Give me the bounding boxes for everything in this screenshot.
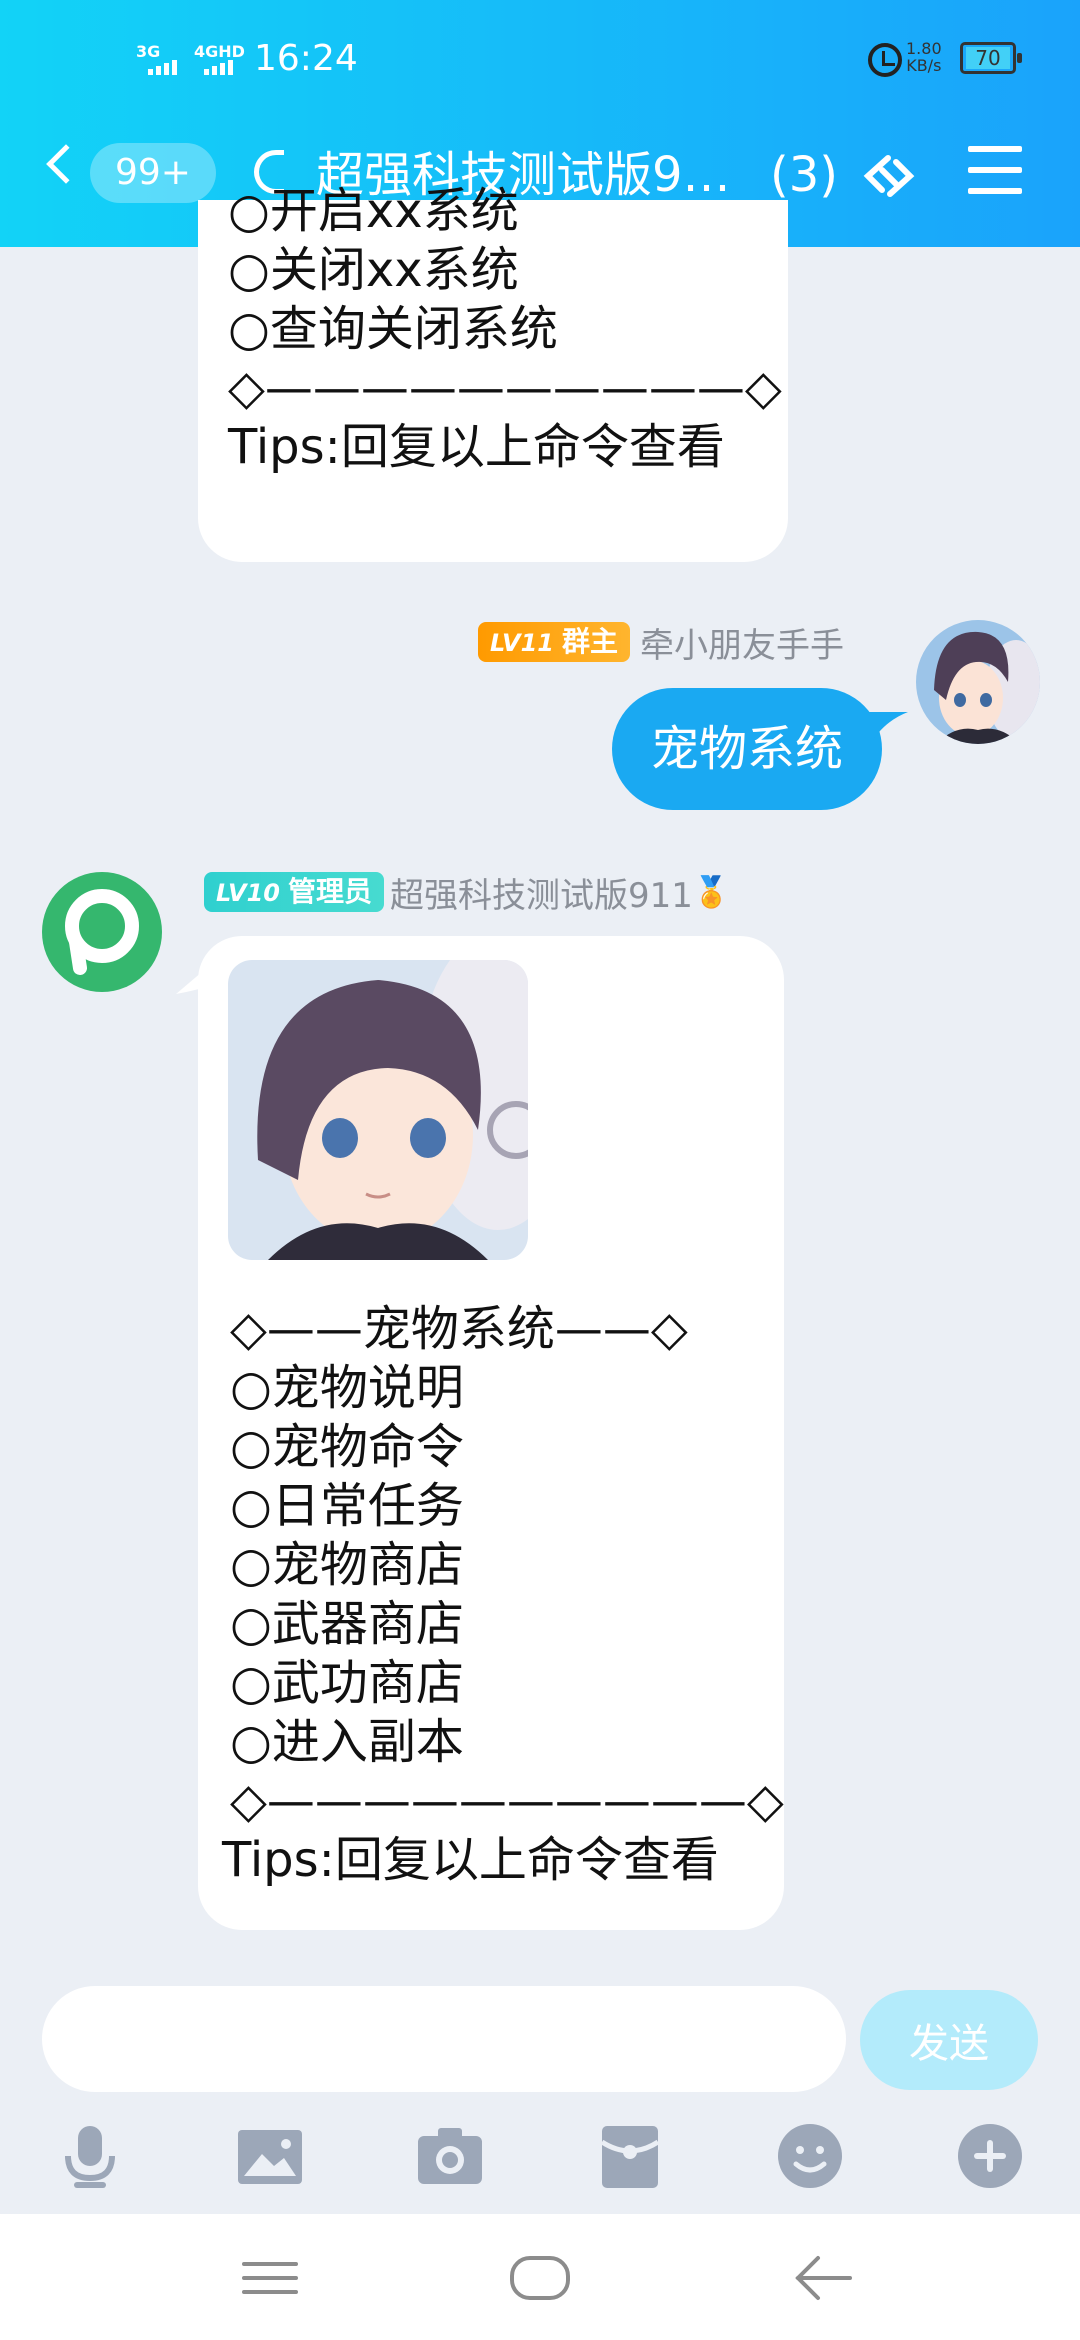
- status-bar: 3G 4GHD 16:24 1.80 KB/s 70: [0, 38, 1080, 88]
- message-line: ○开启xx系统: [228, 183, 519, 239]
- signal-bars-icon: [148, 60, 177, 75]
- medal-icon: 🏅: [692, 874, 731, 910]
- speed-value: 1.80: [906, 39, 942, 58]
- bubble-tail: [868, 712, 908, 748]
- unread-count-badge[interactable]: 99+: [90, 143, 216, 203]
- red-packet-icon[interactable]: [594, 2120, 666, 2192]
- signal-4g-label: 4GHD: [194, 42, 245, 61]
- level-label: LV10: [216, 879, 280, 907]
- menu-icon[interactable]: [968, 146, 1022, 194]
- message-line: ○宠物说明: [230, 1360, 464, 1416]
- bot-name-row: LV10 管理员 超强科技测试版911 🏅: [204, 872, 731, 916]
- level-label: LV11: [490, 629, 554, 657]
- message-line: ○武功商店: [230, 1655, 464, 1711]
- signal-bars-icon: [204, 60, 233, 75]
- user-message-bubble[interactable]: 宠物系统: [612, 688, 882, 810]
- battery-level: 70: [966, 47, 1010, 69]
- message-line: Tips:回复以上命令查看: [228, 419, 725, 475]
- message-line: ○武器商店: [230, 1596, 464, 1652]
- recent-apps-icon[interactable]: [230, 2250, 310, 2306]
- image-icon[interactable]: [234, 2120, 306, 2192]
- message-line: ◇——宠物系统——◇: [230, 1301, 688, 1357]
- message-line: ○进入副本: [230, 1714, 464, 1770]
- owner-badge: LV11 群主: [478, 622, 630, 662]
- user-nickname[interactable]: 牵小朋友手手: [640, 618, 844, 667]
- role-label: 管理员: [287, 875, 372, 908]
- bot-avatar[interactable]: [42, 872, 162, 992]
- send-button[interactable]: 发送: [860, 1990, 1038, 2090]
- message-line: ○宠物命令: [230, 1419, 464, 1475]
- user-name-row: LV11 群主 牵小朋友手手: [478, 622, 844, 666]
- message-line: ○关闭xx系统: [228, 242, 519, 298]
- network-speed: 1.80 KB/s: [906, 40, 942, 74]
- location-pin-icon: [65, 889, 139, 975]
- home-icon[interactable]: [500, 2250, 580, 2306]
- microphone-icon[interactable]: [54, 2120, 126, 2192]
- user-avatar[interactable]: [916, 620, 1040, 744]
- back-icon[interactable]: [784, 2250, 864, 2306]
- alarm-icon: [868, 43, 902, 77]
- back-chevron-icon[interactable]: [46, 144, 86, 184]
- emoji-icon[interactable]: [774, 2120, 846, 2192]
- admin-badge: LV10 管理员: [204, 872, 384, 912]
- speed-unit: KB/s: [906, 56, 942, 75]
- camera-icon[interactable]: [414, 2120, 486, 2192]
- signal-3g-label: 3G: [136, 42, 161, 61]
- bot-nickname[interactable]: 超强科技测试版911: [390, 868, 693, 917]
- message-line: ○查询关闭系统: [228, 301, 558, 357]
- message-line: ○日常任务: [230, 1478, 464, 1534]
- message-line: ◇——————————◇: [228, 360, 782, 416]
- message-line: ◇——————————◇: [230, 1773, 784, 1829]
- message-image[interactable]: [228, 960, 528, 1260]
- input-toolbar: [0, 2110, 1080, 2200]
- role-label: 群主: [561, 625, 618, 658]
- system-navigation-bar: [0, 2214, 1080, 2340]
- previous-bot-message: ○开启xx系统 ○关闭xx系统 ○查询关闭系统 ◇——————————◇ Tip…: [198, 183, 788, 562]
- status-time: 16:24: [254, 38, 358, 79]
- battery-icon: 70: [960, 42, 1022, 74]
- message-input[interactable]: [42, 1986, 846, 2092]
- plus-icon[interactable]: [954, 2120, 1026, 2192]
- message-line: ○宠物商店: [230, 1537, 464, 1593]
- link-icon[interactable]: [860, 150, 918, 202]
- message-line: Tips:回复以上命令查看: [222, 1832, 719, 1888]
